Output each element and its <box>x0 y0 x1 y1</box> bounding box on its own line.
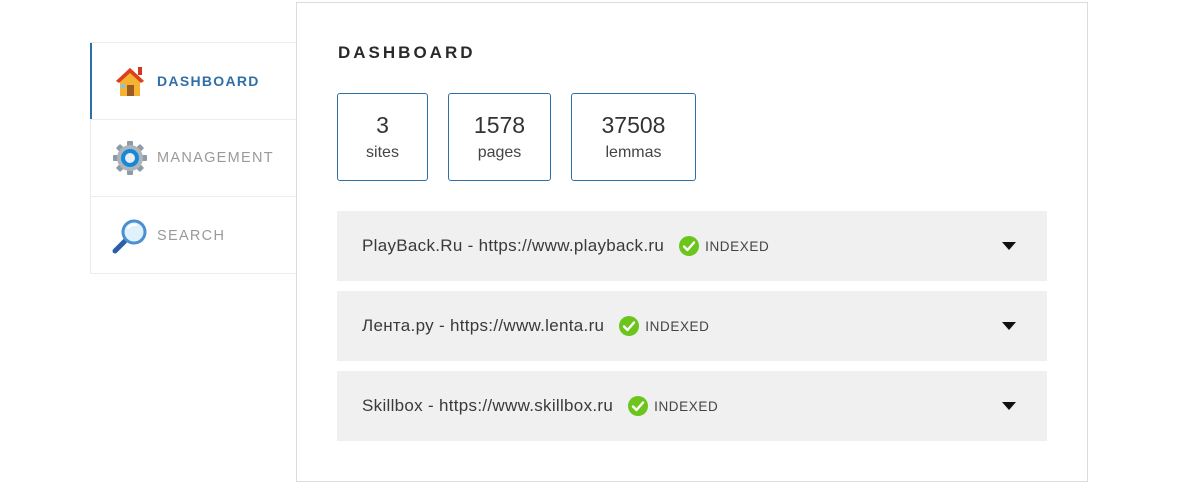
stat-card-sites: 3 sites <box>337 93 428 181</box>
stat-label: lemmas <box>605 144 662 161</box>
stat-value: 3 <box>376 112 389 138</box>
dashboard-panel: DASHBOARD 3 sites 1578 pages 37508 lemma… <box>296 2 1088 482</box>
site-name: Skillbox - https://www.skillbox.ru <box>362 396 614 415</box>
site-name: Лента.ру - https://www.lenta.ru <box>362 316 605 335</box>
check-circle-icon <box>628 396 649 416</box>
stat-label: sites <box>366 144 399 161</box>
caret-down-icon[interactable] <box>1001 401 1017 411</box>
site-list: PlayBack.Ru - https://www.playback.ru IN… <box>337 211 1047 451</box>
check-circle-icon <box>679 236 700 256</box>
stat-label: pages <box>477 144 522 161</box>
site-row-skillbox[interactable]: Skillbox - https://www.skillbox.ru INDEX… <box>337 371 1047 441</box>
sidebar-item-label: MANAGEMENT <box>157 150 274 166</box>
sidebar-item-label: DASHBOARD <box>157 73 260 89</box>
sidebar: DASHBOARD MANAGEMENT SEARCH <box>90 42 296 274</box>
sidebar-item-label: SEARCH <box>157 227 226 244</box>
sidebar-item-dashboard[interactable]: DASHBOARD <box>90 43 296 120</box>
stat-value: 1578 <box>473 112 526 138</box>
sidebar-item-management[interactable]: MANAGEMENT <box>91 120 296 197</box>
stat-value: 37508 <box>601 112 666 138</box>
caret-down-icon[interactable] <box>1001 241 1017 251</box>
home-icon <box>111 62 149 100</box>
status-badge: INDEXED <box>645 318 710 334</box>
check-circle-icon <box>619 316 640 336</box>
status-badge: INDEXED <box>654 398 719 414</box>
gear-icon <box>111 139 149 177</box>
stats-row: 3 sites 1578 pages 37508 lemmas <box>337 93 716 181</box>
caret-down-icon[interactable] <box>1001 321 1017 331</box>
sidebar-item-search[interactable]: SEARCH <box>91 197 296 274</box>
site-row-playback[interactable]: PlayBack.Ru - https://www.playback.ru IN… <box>337 211 1047 281</box>
site-name: PlayBack.Ru - https://www.playback.ru <box>362 236 665 255</box>
stat-card-lemmas: 37508 lemmas <box>571 93 696 181</box>
page-title: DASHBOARD <box>338 43 476 62</box>
magnifier-icon <box>111 217 149 255</box>
page: DASHBOARD MANAGEMENT SEARCH DASHBOARD 3 … <box>0 0 1204 495</box>
status-badge: INDEXED <box>705 238 770 254</box>
stat-card-pages: 1578 pages <box>448 93 551 181</box>
site-row-lenta[interactable]: Лента.ру - https://www.lenta.ru INDEXED <box>337 291 1047 361</box>
